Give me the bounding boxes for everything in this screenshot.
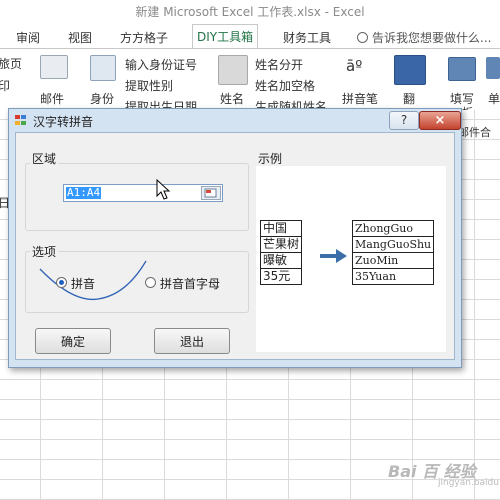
excel-title-bar: 新建 Microsoft Excel 工作表.xlsx - Excel xyxy=(0,0,500,22)
example-cell: 中国 xyxy=(259,220,303,237)
translate-icon xyxy=(394,55,426,85)
tab-fangfang[interactable]: 方方格子 xyxy=(120,29,168,46)
radio-initials-label: 拼音首字母 xyxy=(160,277,221,291)
lightbulb-icon xyxy=(357,32,368,43)
example-cell: MangGuoShu xyxy=(351,236,435,253)
arrow-head xyxy=(336,249,347,263)
dialog-title: 汉字转拼音 xyxy=(33,115,94,129)
example-panel: 中国 芒果树 曝敏 35元 ZhongGuo MangGuoShu ZuoMin… xyxy=(256,166,446,352)
radio-initials-dot[interactable] xyxy=(145,277,156,288)
fill-icon xyxy=(448,57,476,81)
name-add-space-button[interactable]: 姓名加空格 xyxy=(255,77,315,94)
tell-me-search[interactable]: 告诉我您想要做什么... xyxy=(357,29,491,46)
ribbon-edge-top[interactable]: 旅页 xyxy=(0,55,22,72)
range-group-label: 区域 xyxy=(30,150,59,167)
merge-fragment: 邮件合 xyxy=(458,126,491,139)
person-silhouette-icon xyxy=(218,55,248,85)
example-cell: 35元 xyxy=(259,268,303,285)
tab-review[interactable]: 审阅 xyxy=(16,29,40,46)
mouse-cursor-icon xyxy=(156,179,171,200)
pinyin-dialog: 汉字转拼音 ? × 区域 A1:A4 选项 拼音 拼音首字母 确定 退出 示例 … xyxy=(8,108,462,368)
ok-button[interactable]: 确定 xyxy=(35,328,111,354)
example-pinyin-table: ZhongGuo MangGuoShu ZuoMin 35Yuan xyxy=(351,220,435,285)
range-input-value: A1:A4 xyxy=(66,186,102,199)
baidu-watermark-url: jingyan.baidu.com xyxy=(438,478,500,488)
close-button[interactable]: × xyxy=(419,111,461,130)
pinyin-pen-button[interactable]: 拼音笔 xyxy=(342,90,378,107)
radio-pinyin-dot[interactable] xyxy=(56,277,67,288)
ribbon-body: 旅页 印 邮件 身份 输入身份证号 提取性别 提取出生日期 姓名 姓名分开 姓名… xyxy=(0,48,500,112)
ribbon-tab-bar: 审阅 视图 方方格子 DIY工具箱 财务工具 告诉我您想要做什么... xyxy=(0,24,500,49)
example-cell: 曝敏 xyxy=(259,252,303,269)
truncated-button[interactable]: 单 xyxy=(488,90,500,107)
range-picker-icon xyxy=(204,188,217,198)
input-id-number-button[interactable]: 输入身份证号 xyxy=(125,56,197,73)
name-button[interactable]: 姓名 xyxy=(220,90,244,107)
help-button[interactable]: ? xyxy=(389,111,419,130)
window-title: 新建 Microsoft Excel 工作表.xlsx - Excel xyxy=(135,5,365,19)
tab-view[interactable]: 视图 xyxy=(68,29,92,46)
split-name-button[interactable]: 姓名分开 xyxy=(255,56,303,73)
app-icon xyxy=(15,115,27,126)
translate-button[interactable]: 翻 xyxy=(403,90,415,107)
example-cell: 芒果树 xyxy=(259,236,303,253)
exit-button[interactable]: 退出 xyxy=(154,328,230,354)
id-card-icon xyxy=(90,55,116,81)
extract-gender-button[interactable]: 提取性别 xyxy=(125,77,173,94)
options-group-label: 选项 xyxy=(30,243,59,260)
dialog-body: 区域 A1:A4 选项 拼音 拼音首字母 确定 退出 示例 中国 芒果树 曝敏 … xyxy=(15,132,455,360)
range-picker-button[interactable] xyxy=(201,186,221,200)
ribbon-edge-mid[interactable]: 印 xyxy=(0,77,10,94)
example-label: 示例 xyxy=(256,150,285,167)
id-button[interactable]: 身份 xyxy=(90,90,114,107)
truncated-icon xyxy=(486,57,500,79)
example-chinese-table: 中国 芒果树 曝敏 35元 xyxy=(259,220,303,285)
mail-button[interactable]: 邮件 xyxy=(40,90,64,107)
tell-me-text: 告诉我您想要做什么... xyxy=(372,31,492,45)
example-cell: 35Yuan xyxy=(351,268,435,285)
mail-icon xyxy=(40,55,68,79)
radio-pinyin-label: 拼音 xyxy=(71,277,96,291)
tab-finance[interactable]: 财务工具 xyxy=(283,29,331,46)
example-cell: ZhongGuo xyxy=(351,220,435,237)
tab-diy-toolbox[interactable]: DIY工具箱 xyxy=(192,24,259,49)
example-cell: ZuoMin xyxy=(351,252,435,269)
range-input[interactable]: A1:A4 xyxy=(63,184,223,202)
pinyin-pen-icon: āº xyxy=(346,57,363,75)
